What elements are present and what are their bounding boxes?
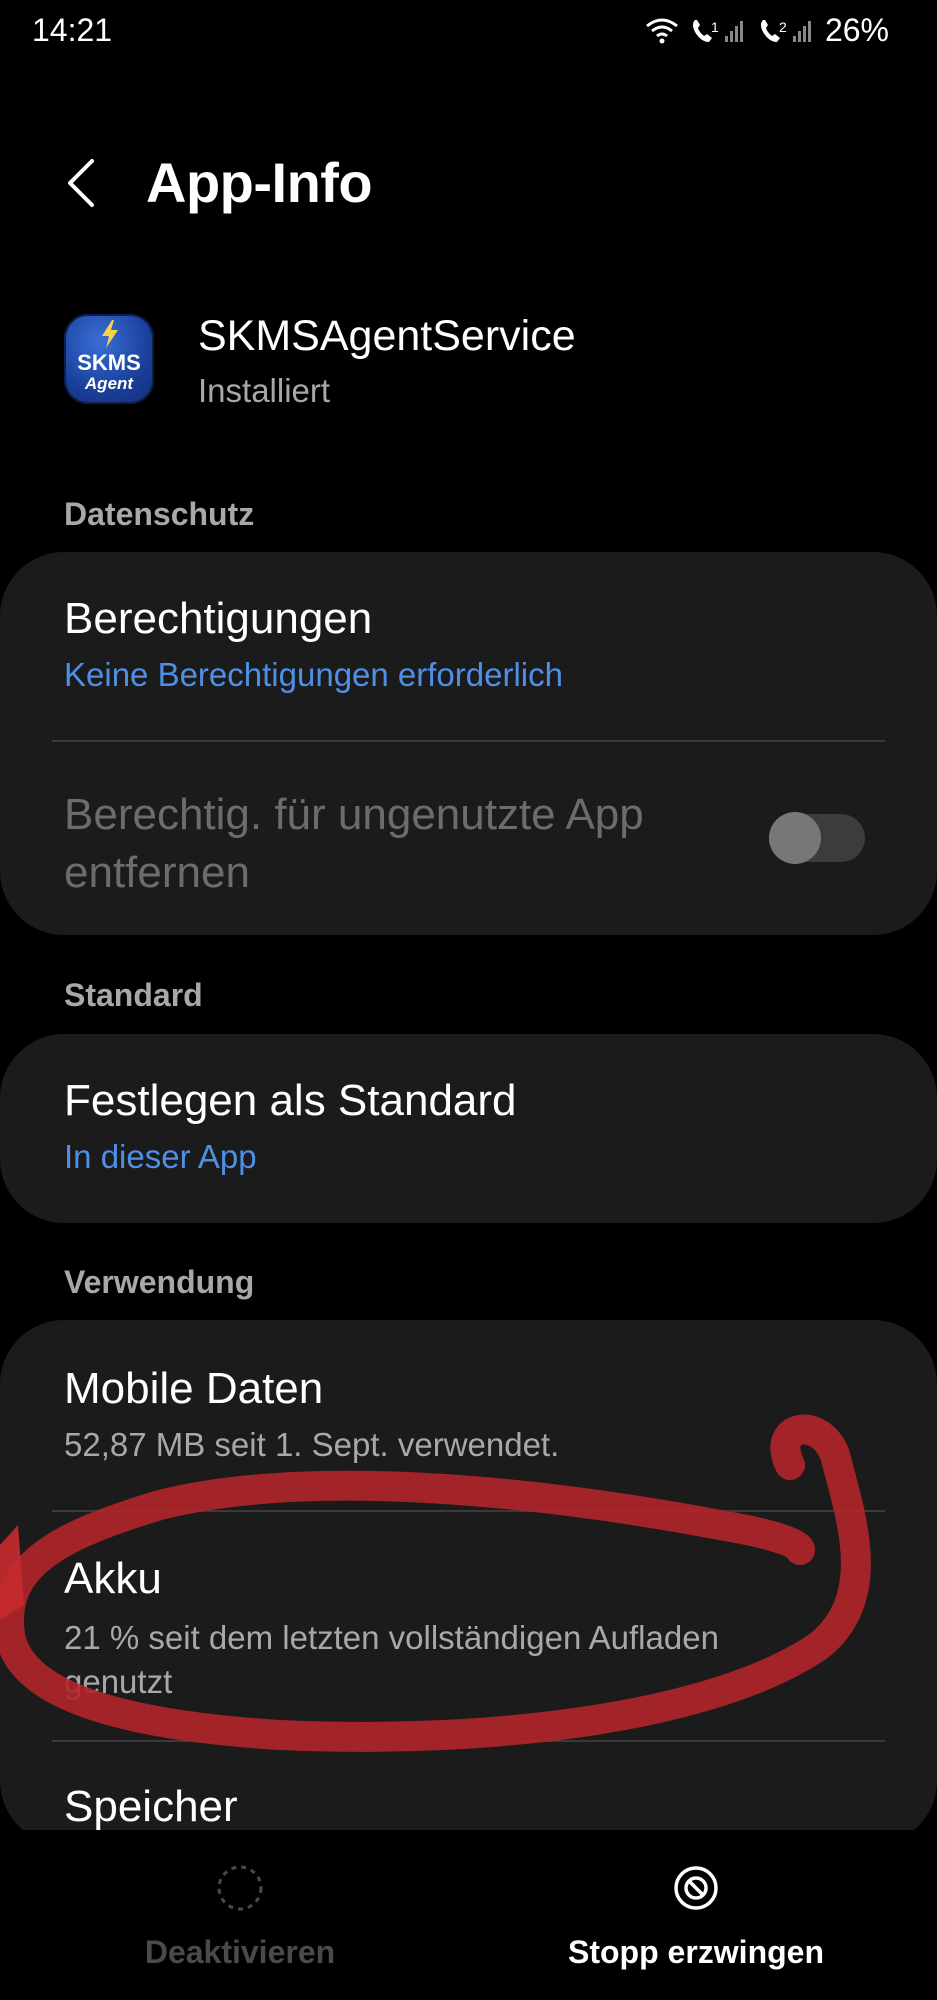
section-label-usage: Verwendung [64, 1264, 255, 1300]
battery-title: Akku [64, 1554, 162, 1603]
section-label-privacy: Datenschutz [64, 496, 255, 532]
app-icon-text-skms: SKMS [77, 350, 141, 375]
remove-permissions-title-line1: Berechtig. für ungenutzte App [64, 790, 644, 839]
app-install-status: Installiert [198, 372, 331, 409]
set-as-default-title: Festlegen als Standard [64, 1076, 517, 1125]
default-card: Festlegen als Standard In dieser App [0, 1034, 937, 1223]
toggle-knob [769, 812, 821, 864]
mobile-data-item[interactable]: Mobile Daten 52,87 MB seit 1. Sept. verw… [64, 1364, 873, 1464]
disable-label: Deaktivieren [144, 1934, 336, 1970]
app-bar: App-Info [0, 140, 937, 230]
divider [52, 1510, 885, 1512]
permissions-subtitle: Keine Berechtigungen erforderlich [64, 656, 563, 693]
set-as-default-item[interactable]: Festlegen als Standard In dieser App [64, 1076, 873, 1176]
chevron-left-icon [66, 158, 96, 213]
svg-text:1: 1 [711, 19, 719, 35]
permissions-item[interactable]: Berechtigungen Keine Berechtigungen erfo… [64, 594, 873, 694]
mobile-data-subtitle: 52,87 MB seit 1. Sept. verwendet. [64, 1426, 560, 1463]
remove-permissions-toggle[interactable] [769, 812, 865, 864]
divider [52, 1740, 885, 1742]
app-icon-text-agent: Agent [84, 374, 134, 393]
battery-subtitle-line2: genutzt [64, 1663, 173, 1700]
usage-card: Mobile Daten 52,87 MB seit 1. Sept. verw… [0, 1320, 937, 1845]
disable-icon [216, 1864, 264, 1917]
battery-subtitle-line1: 21 % seit dem letzten vollständigen Aufl… [64, 1619, 719, 1656]
lightning-bolt-icon [102, 320, 118, 348]
divider [52, 740, 885, 742]
status-time: 14:21 [32, 12, 113, 48]
volte-call-icon-sim2: 2 [757, 16, 815, 46]
force-stop-button[interactable]: Stopp erzwingen [486, 1830, 906, 2000]
volte-call-icon-sim1: 1 [689, 16, 747, 46]
battery-percentage: 26% [824, 12, 889, 48]
remove-permissions-title-line2: entfernen [64, 848, 250, 897]
storage-title: Speicher [64, 1782, 238, 1831]
permissions-title: Berechtigungen [64, 594, 373, 643]
disable-button[interactable]: Deaktivieren [30, 1830, 450, 2000]
remove-permissions-item[interactable]: Berechtig. für ungenutzte App entfernen [64, 786, 737, 902]
status-bar: 14:21 1 2 26% [0, 0, 937, 64]
bottom-action-bar: Deaktivieren Stopp erzwingen [0, 1830, 937, 2000]
set-as-default-subtitle: In dieser App [64, 1138, 257, 1175]
privacy-card: Berechtigungen Keine Berechtigungen erfo… [0, 552, 937, 935]
storage-item[interactable]: Speicher [64, 1782, 873, 1832]
app-icon: SKMS Agent [64, 314, 154, 404]
back-button[interactable] [56, 150, 106, 220]
mobile-data-title: Mobile Daten [64, 1364, 324, 1413]
force-stop-icon [672, 1864, 720, 1917]
app-name: SKMSAgentService [198, 312, 576, 360]
app-header: SKMS Agent SKMSAgentService Installiert [64, 312, 884, 422]
svg-text:2: 2 [779, 19, 787, 35]
force-stop-label: Stopp erzwingen [568, 1934, 824, 1970]
battery-item[interactable]: Akku 21 % seit dem letzten vollständigen… [64, 1554, 873, 1704]
wifi-icon [645, 17, 679, 45]
page-title: App-Info [146, 151, 373, 214]
section-label-default: Standard [64, 977, 203, 1013]
status-icons: 1 2 26% [645, 12, 889, 49]
